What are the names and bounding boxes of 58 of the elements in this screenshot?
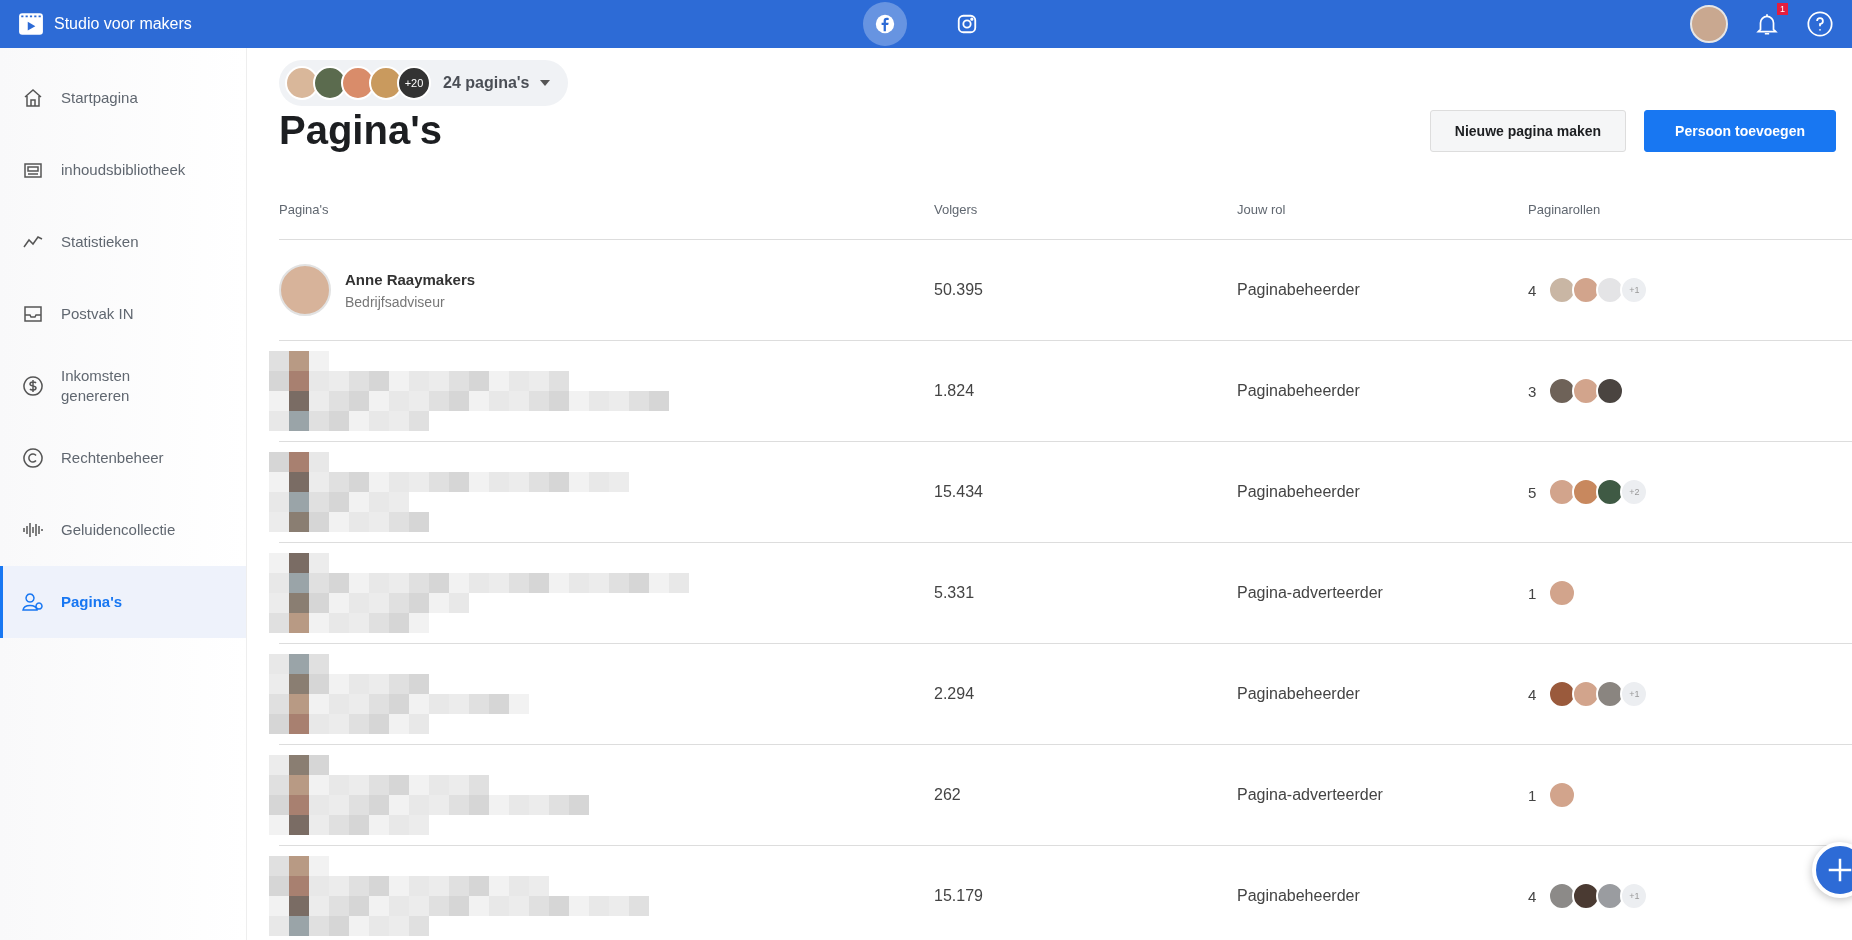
caret-icon [539, 80, 550, 86]
sidebar-item[interactable]: Pagina's [0, 566, 246, 638]
person-gear-icon [21, 590, 45, 614]
copyright-icon [21, 446, 45, 470]
sidebar-item[interactable]: Geluidencollectie [0, 494, 246, 566]
followers-cell-text: 262 [934, 786, 962, 804]
column-header: Jouw rol [1237, 201, 1287, 217]
more-count: +20 [397, 66, 431, 100]
notification-badge: 1 [1777, 3, 1788, 15]
followers-cell-text: 50.395 [934, 281, 984, 299]
role-count: 4 [1528, 685, 1537, 703]
dollar-icon [21, 374, 45, 398]
profile-avatar[interactable] [1690, 5, 1728, 43]
role-cell-text: Paginabeheerder [1237, 887, 1361, 905]
new-page-button[interactable]: Nieuwe pagina maken [1429, 110, 1627, 152]
more-count: +1 [1620, 882, 1649, 910]
sidebar-item[interactable]: Statistieken [0, 206, 246, 278]
page-avatar [279, 264, 331, 316]
more-count: +1 [1620, 680, 1649, 708]
page-switcher[interactable]: +20 24 pagina's [279, 60, 568, 106]
app-title: Studio voor makers [54, 15, 192, 33]
role-cell-text: Pagina-adverteerder [1237, 786, 1384, 804]
page-name[interactable]: Anne Raaymakers [345, 270, 476, 288]
role-count: 3 [1528, 382, 1537, 400]
page-title: Pagina's [279, 108, 443, 153]
bell-icon[interactable] [1754, 11, 1780, 37]
column-header: Paginarollen [1528, 201, 1602, 217]
role-count: 1 [1528, 786, 1537, 804]
add-person-button[interactable]: Persoon toevoegen [1644, 110, 1836, 152]
role-count: 4 [1528, 887, 1537, 905]
followers-cell-text: 5.331 [934, 584, 976, 602]
page-category: Bedrijfsadviseur [345, 293, 446, 310]
followers-cell-text: 2.294 [934, 685, 976, 703]
role-cell-text: Paginabeheerder [1237, 281, 1361, 299]
followers-cell-text: 15.434 [934, 483, 984, 501]
sidebar-item[interactable]: Rechtenbeheer [0, 422, 246, 494]
followers-cell-text: 1.824 [934, 382, 976, 400]
role-count: 4 [1528, 281, 1537, 299]
role-count: 5 [1528, 483, 1537, 501]
role-cell-text: Paginabeheerder [1237, 685, 1361, 703]
column-header: Pagina's [279, 201, 330, 217]
role-cell-text: Pagina-adverteerder [1237, 584, 1384, 602]
role-count: 1 [1528, 584, 1537, 602]
more-count: +1 [1620, 276, 1649, 304]
facebook-icon [874, 13, 896, 35]
clapperboard-play-icon [18, 11, 44, 37]
sidebar-item[interactable]: Postvak IN [0, 278, 246, 350]
column-header: Volgers [934, 201, 979, 217]
facebook-tab[interactable] [863, 2, 907, 46]
more-count: +2 [1620, 478, 1649, 506]
instagram-icon [956, 13, 978, 35]
followers-cell-text: 15.179 [934, 887, 984, 905]
sidebar-item[interactable]: Startpagina [0, 62, 246, 134]
sidebar-item[interactable]: Inkomsten genereren [0, 350, 246, 422]
role-cell-text: Paginabeheerder [1237, 483, 1361, 501]
sidebar-item[interactable]: inhoudsbibliotheek [0, 134, 246, 206]
role-cell-text: Paginabeheerder [1237, 382, 1361, 400]
help-icon[interactable] [1806, 10, 1834, 38]
